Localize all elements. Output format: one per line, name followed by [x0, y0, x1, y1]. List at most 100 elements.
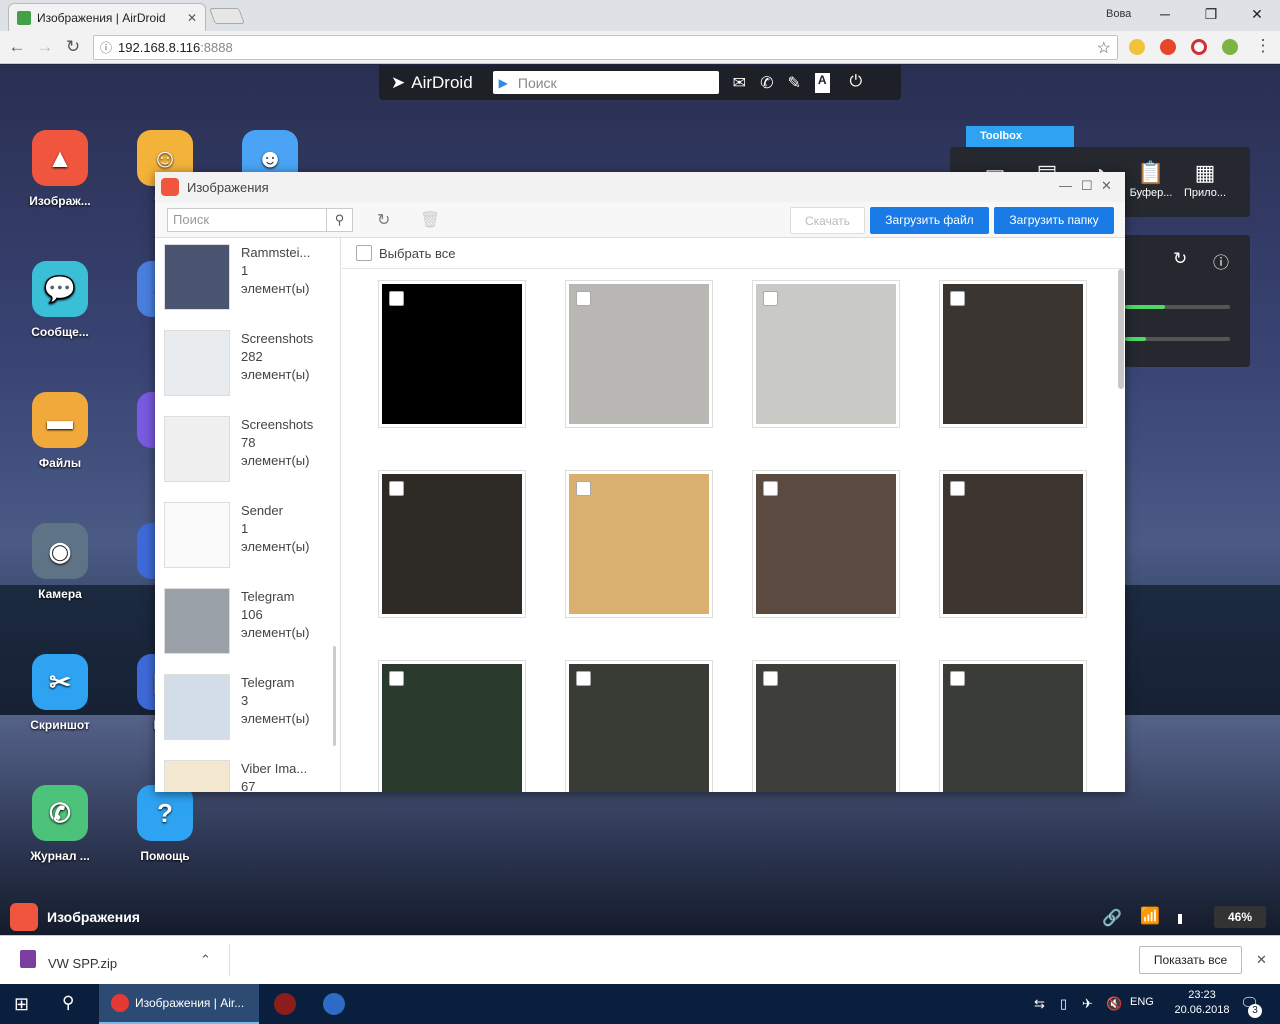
images-app-icon [10, 903, 38, 931]
active-app[interactable]: Изображения [10, 903, 140, 931]
select-all[interactable]: Выбрать все [356, 245, 455, 261]
album-search-input[interactable]: Поиск ⚲ [167, 208, 353, 232]
photo-checkbox[interactable] [763, 481, 778, 496]
profile-name[interactable]: Вова [1106, 8, 1131, 20]
language-indicator[interactable]: ENG [1130, 996, 1154, 1008]
desktop-icon-3[interactable]: 💬 Сообще... [15, 261, 105, 339]
photo-checkbox[interactable] [763, 291, 778, 306]
power-icon[interactable]: ⏻ [850, 73, 863, 93]
forward-icon[interactable]: → [34, 37, 56, 57]
toolbox-item-clipboard[interactable]: 📋 Буфер... [1122, 159, 1180, 199]
close-tab-icon[interactable]: ✕ [187, 11, 197, 25]
upload-file-button[interactable]: Загрузить файл [870, 207, 989, 234]
extension-fire-icon[interactable] [1160, 39, 1176, 55]
refresh-icon[interactable]: ↻ [1173, 249, 1187, 269]
desktop-icon-9[interactable]: ✂ Скриншот [15, 654, 105, 732]
photo-checkbox[interactable] [389, 291, 404, 306]
photo-tile[interactable] [939, 660, 1087, 792]
photo-tile[interactable] [565, 280, 713, 428]
album-item[interactable]: Rammstei... 1 элемент(ы) [164, 238, 334, 324]
photo-checkbox[interactable] [950, 291, 965, 306]
airdroid-logo[interactable]: ➤ AirDroid [391, 73, 473, 93]
extension-green-icon[interactable] [1222, 39, 1238, 55]
pen-icon[interactable]: ✎ [787, 73, 800, 93]
info-circle-icon[interactable]: ⓘ [1213, 249, 1229, 273]
desktop-icon-5[interactable]: ▬ Файлы [15, 392, 105, 470]
photo-tile[interactable] [565, 470, 713, 618]
window-minimize-icon[interactable]: — [1059, 178, 1072, 193]
extension-opera-icon[interactable] [1191, 39, 1207, 55]
airdroid-search-input[interactable]: ▶ Поиск [492, 71, 719, 94]
airplane-tray-icon[interactable]: ✈ [1082, 996, 1093, 1012]
photo-tile[interactable] [752, 660, 900, 792]
chrome-menu-icon[interactable]: ⋮ [1252, 36, 1274, 56]
images-window: Изображения — ☐ ✕ Поиск ⚲ ↻ 🗑 Скачать Заг… [155, 172, 1125, 792]
search-icon[interactable]: ⚲ [62, 993, 74, 1013]
minimize-icon[interactable]: ─ [1150, 4, 1180, 24]
windows-start-icon[interactable]: ⊞ [14, 994, 29, 1015]
pinned-app-icon[interactable] [274, 993, 296, 1015]
grid-scrollbar[interactable] [1118, 269, 1124, 389]
desktop-icon-12[interactable]: ? Помощь [120, 785, 210, 863]
reload-icon[interactable]: ↻ [62, 37, 84, 57]
photo-tile[interactable] [939, 470, 1087, 618]
taskbar-chrome-app[interactable]: Изображения | Air... [99, 984, 259, 1024]
pinned-globe-icon[interactable] [323, 993, 345, 1015]
close-shelf-icon[interactable]: ✕ [1256, 952, 1267, 968]
info-icon[interactable]: ⓘ [100, 39, 112, 56]
text-a-icon[interactable]: A [814, 72, 830, 93]
photo-checkbox[interactable] [389, 481, 404, 496]
network-tray-icon[interactable]: ⇆ [1034, 996, 1045, 1012]
photo-tile[interactable] [378, 470, 526, 618]
toolbox-item-apps[interactable]: ▦ Прило... [1176, 159, 1234, 199]
photo-checkbox[interactable] [389, 671, 404, 686]
message-add-icon[interactable]: ✉ [733, 73, 746, 93]
chevron-up-icon[interactable]: ⌃ [200, 952, 211, 968]
browser-tab[interactable]: Изображения | AirDroid ✕ [8, 3, 206, 31]
album-item[interactable]: Screenshots 78 элемент(ы) [164, 410, 334, 496]
photo-tile[interactable] [565, 660, 713, 792]
photo-checkbox[interactable] [576, 481, 591, 496]
photo-checkbox[interactable] [763, 671, 778, 686]
photo-checkbox[interactable] [950, 481, 965, 496]
album-name: Viber Ima... [241, 761, 308, 776]
bookmark-star-icon[interactable]: ☆ [1097, 38, 1111, 58]
extension-paw-icon[interactable] [1129, 39, 1145, 55]
upload-folder-button[interactable]: Загрузить папку [994, 207, 1114, 234]
photo-checkbox[interactable] [576, 671, 591, 686]
window-maximize-icon[interactable]: ☐ [1081, 178, 1093, 194]
photo-checkbox[interactable] [576, 291, 591, 306]
back-icon[interactable]: ← [6, 37, 28, 57]
usb-tray-icon[interactable]: ▯ [1060, 996, 1067, 1012]
toolbox-tab[interactable]: Toolbox [966, 126, 1074, 147]
show-all-button[interactable]: Показать все [1139, 946, 1242, 974]
refresh-icon[interactable]: ↻ [377, 210, 390, 230]
phone-icon[interactable]: ✆ [760, 73, 773, 93]
trash-icon[interactable]: 🗑 [420, 210, 440, 230]
desktop-icon-0[interactable]: ▲ Изображ... [15, 130, 105, 208]
photo-tile[interactable] [378, 280, 526, 428]
maximize-icon[interactable]: ❐ [1196, 4, 1226, 24]
album-item[interactable]: Sender 1 элемент(ы) [164, 496, 334, 582]
window-close-icon[interactable]: ✕ [1101, 178, 1112, 194]
download-item[interactable]: VW SPP.zip [48, 956, 117, 971]
download-button[interactable]: Скачать [790, 207, 865, 234]
album-item[interactable]: Viber Ima... 67 [164, 754, 334, 792]
album-item[interactable]: Telegram 3 элемент(ы) [164, 668, 334, 754]
photo-tile[interactable] [752, 470, 900, 618]
desktop-icon-11[interactable]: ✆ Журнал ... [15, 785, 105, 863]
desktop-icon-7[interactable]: ◉ Камера [15, 523, 105, 601]
search-icon[interactable]: ⚲ [326, 209, 352, 231]
select-all-checkbox[interactable] [356, 245, 372, 261]
photo-tile[interactable] [378, 660, 526, 792]
album-item[interactable]: Telegram 106 элемент(ы) [164, 582, 334, 668]
url-input[interactable]: ⓘ 192.168.8.116:8888 ☆ [93, 35, 1118, 60]
close-window-icon[interactable]: ✕ [1242, 4, 1272, 24]
album-item[interactable]: Screenshots 282 элемент(ы) [164, 324, 334, 410]
new-tab-button[interactable] [209, 8, 245, 24]
volume-mute-icon[interactable]: 🔇 [1106, 996, 1122, 1012]
photo-tile[interactable] [939, 280, 1087, 428]
clock[interactable]: 23:23 20.06.2018 [1172, 988, 1232, 1018]
photo-tile[interactable] [752, 280, 900, 428]
photo-checkbox[interactable] [950, 671, 965, 686]
